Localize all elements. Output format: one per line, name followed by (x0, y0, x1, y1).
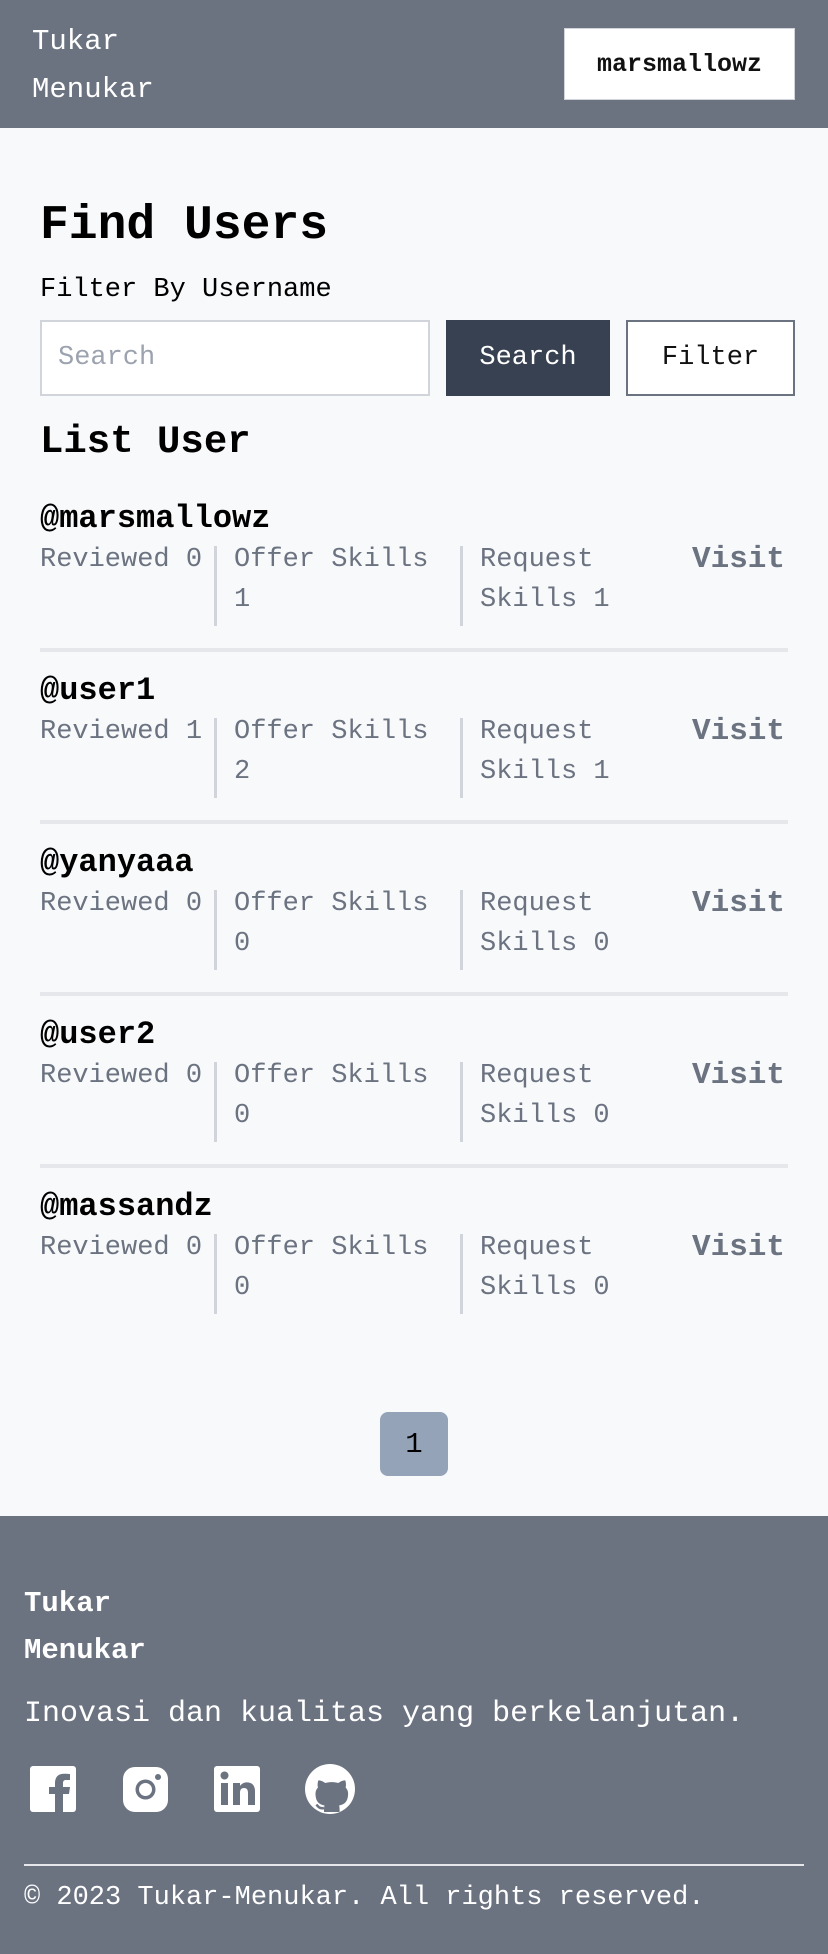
divider (460, 1062, 463, 1142)
divider (214, 1234, 217, 1314)
divider (460, 718, 463, 798)
filter-button[interactable]: Filter (626, 320, 795, 396)
username: @yanyaaa (40, 844, 194, 881)
footer-tagline: Inovasi dan kualitas yang berkelanjutan. (24, 1697, 745, 1731)
linkedin-icon[interactable] (212, 1760, 264, 1816)
divider (214, 1062, 217, 1142)
user-list-item: @user2 Reviewed 0 Offer Skills 0 Request… (40, 1014, 788, 1186)
row-divider (40, 648, 788, 652)
user-list-item: @massandz Reviewed 0 Offer Skills 0 Requ… (40, 1186, 788, 1358)
offer-skills-count: Offer Skills 1 (234, 545, 429, 615)
divider (214, 890, 217, 970)
list-title: List User (40, 420, 251, 464)
footer: Tukar Menukar Inovasi dan kualitas yang … (0, 1516, 828, 1954)
user-list-item: @marsmallowz Reviewed 0 Offer Skills 1 R… (40, 498, 788, 670)
username: @user1 (40, 672, 156, 709)
footer-divider (24, 1864, 804, 1866)
visit-link[interactable]: Visit (692, 882, 785, 926)
divider (460, 546, 463, 626)
row-divider (40, 1164, 788, 1168)
visit-link[interactable]: Visit (692, 710, 785, 754)
reviewed-count: Reviewed 0 (40, 1061, 203, 1091)
divider (460, 1234, 463, 1314)
offer-skills-count: Offer Skills 0 (234, 889, 429, 959)
username: @marsmallowz (40, 500, 271, 537)
copyright-text: © 2023 Tukar-Menukar. All rights reserve… (24, 1883, 705, 1913)
username: @massandz (40, 1188, 213, 1225)
filter-label: Filter By Username (40, 275, 332, 305)
user-menu-button[interactable]: marsmallowz (564, 28, 795, 100)
reviewed-count: Reviewed 0 (40, 545, 203, 575)
request-skills-count: Request Skills 1 (480, 717, 610, 787)
reviewed-count: Reviewed 0 (40, 889, 203, 919)
user-list-item: @user1 Reviewed 1 Offer Skills 2 Request… (40, 670, 788, 842)
divider (214, 718, 217, 798)
offer-skills-count: Offer Skills 0 (234, 1233, 429, 1303)
request-skills-count: Request Skills 0 (480, 1233, 610, 1303)
pagination-page-button[interactable]: 1 (380, 1412, 448, 1476)
request-skills-count: Request Skills 0 (480, 1061, 610, 1131)
user-list-item: @yanyaaa Reviewed 0 Offer Skills 0 Reque… (40, 842, 788, 1014)
instagram-icon[interactable] (120, 1760, 172, 1816)
reviewed-count: Reviewed 1 (40, 717, 203, 747)
search-input[interactable] (40, 320, 430, 396)
visit-link[interactable]: Visit (692, 538, 785, 582)
row-divider (40, 820, 788, 824)
social-links (28, 1760, 388, 1820)
top-navbar: Tukar Menukar marsmallowz (0, 0, 828, 128)
divider (460, 890, 463, 970)
row-divider (40, 992, 788, 996)
brand-logo[interactable]: Tukar Menukar (32, 18, 182, 114)
search-button[interactable]: Search (446, 320, 610, 396)
request-skills-count: Request Skills 0 (480, 889, 610, 959)
user-list: @marsmallowz Reviewed 0 Offer Skills 1 R… (40, 498, 788, 1358)
facebook-icon[interactable] (28, 1760, 80, 1816)
footer-brand: Tukar Menukar (24, 1587, 146, 1667)
visit-link[interactable]: Visit (692, 1226, 785, 1270)
reviewed-count: Reviewed 0 (40, 1233, 203, 1263)
request-skills-count: Request Skills 1 (480, 545, 610, 615)
offer-skills-count: Offer Skills 2 (234, 717, 429, 787)
divider (214, 546, 217, 626)
offer-skills-count: Offer Skills 0 (234, 1061, 429, 1131)
github-icon[interactable] (304, 1760, 356, 1816)
page-title: Find Users (40, 199, 329, 253)
username: @user2 (40, 1016, 156, 1053)
visit-link[interactable]: Visit (692, 1054, 785, 1098)
